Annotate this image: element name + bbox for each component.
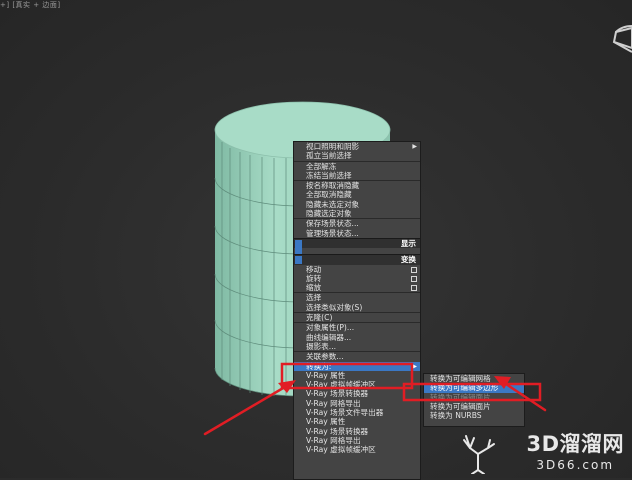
deer-logo-icon	[463, 435, 495, 474]
transform-item-label: 克隆(C)	[306, 313, 333, 323]
convert-item-label: 转换为可编辑面片	[430, 392, 491, 402]
transform-item-5[interactable]: 克隆(C)	[294, 312, 420, 322]
quad-transform-header[interactable]: 变换	[294, 254, 420, 265]
convert-item-label: 转换为可编辑网格	[430, 374, 491, 383]
watermark-title: 3D溜溜网	[526, 432, 624, 456]
menu-item-label: 视口照明和阴影	[306, 142, 360, 151]
menu-item-2[interactable]: 全部解冻	[294, 160, 420, 171]
viewcube-icon[interactable]	[602, 18, 632, 58]
watermark: 3D溜溜网 3D66.com	[526, 428, 624, 472]
menu-item-label: 隐藏选定对象	[306, 209, 352, 219]
menu-item-3[interactable]: 冻结当前选择	[294, 171, 420, 180]
menu-item-1[interactable]: 孤立当前选择	[294, 151, 420, 160]
menu-item-7[interactable]: 隐藏选定对象	[294, 209, 420, 218]
vray-item-label: V-Ray 网格导出	[306, 435, 361, 445]
menu-item-label: 全部解冻	[306, 161, 337, 171]
convert-item-2[interactable]: 转换为可编辑面片	[424, 393, 524, 402]
menu-item-4[interactable]: 按名称取消隐藏	[294, 180, 420, 190]
vray-item-label: V-Ray 虚拟帧缓冲区	[306, 445, 376, 455]
watermark-url: 3D66.com	[536, 458, 615, 472]
transform-item-label: 移动	[306, 264, 322, 274]
transform-item-label: 缩放	[306, 283, 322, 293]
transform-item-label: 选择类似对象(S)	[306, 302, 363, 312]
convert-item-4[interactable]: 转换为 NURBS	[424, 411, 524, 420]
convert-item-1[interactable]: 转换为可编辑多边形	[424, 383, 524, 393]
menu-item-6[interactable]: 隐藏未选定对象	[294, 200, 420, 209]
vray-item-label: V-Ray 网格导出	[306, 398, 361, 408]
transform-item-10[interactable]: 转换为: ▶	[294, 361, 420, 371]
vray-item-7[interactable]: V-Ray 网格导出	[294, 436, 420, 445]
vray-item-label: V-Ray 场景文件导出器	[306, 408, 384, 418]
convert-item-label: 转换为可编辑多边形	[430, 383, 499, 393]
transform-item-7[interactable]: 曲线编辑器...	[294, 333, 420, 342]
transform-item-3[interactable]: 选择	[294, 292, 420, 302]
menu-item-5[interactable]: 全部取消隐藏	[294, 190, 420, 199]
transform-item-2[interactable]: 缩放	[294, 283, 420, 292]
convert-to-submenu: 转换为可编辑网格 转换为可编辑多边形 转换为可编辑面片 转换为可编辑面片 转换为 NUR…	[423, 373, 525, 427]
settings-box-icon[interactable]	[411, 285, 417, 292]
transform-item-label: 转换为:	[306, 361, 332, 371]
viewport-label[interactable]: +] [真实 + 边面]	[0, 0, 61, 10]
transform-item-0[interactable]: 移动	[294, 265, 420, 274]
transform-item-4[interactable]: 选择类似对象(S)	[294, 303, 420, 312]
submenu-arrow-icon: ▶	[412, 143, 417, 150]
vray-item-2[interactable]: V-Ray 场景转换器	[294, 389, 420, 398]
quad-display-header[interactable]: 显示	[294, 237, 420, 249]
convert-item-label: 转换为可编辑面片	[430, 401, 491, 411]
transform-item-label: 曲线编辑器...	[306, 332, 352, 342]
vray-item-0[interactable]: V-Ray 属性	[294, 371, 420, 380]
transform-item-label: 摄影表...	[306, 341, 337, 351]
vray-item-3[interactable]: V-Ray 网格导出	[294, 399, 420, 408]
menu-item-label: 隐藏未选定对象	[306, 199, 360, 209]
transform-item-1[interactable]: 旋转	[294, 274, 420, 283]
vray-item-label: V-Ray 属性	[306, 370, 346, 380]
menu-item-9[interactable]: 管理场景状态...	[294, 229, 420, 238]
vray-item-4[interactable]: V-Ray 场景文件导出器	[294, 408, 420, 417]
vray-item-5[interactable]: V-Ray 属性	[294, 417, 420, 426]
vray-item-label: V-Ray 属性	[306, 417, 346, 427]
transform-item-9[interactable]: 关联参数...	[294, 351, 420, 361]
vray-item-8[interactable]: V-Ray 虚拟帧缓冲区	[294, 445, 420, 454]
transform-item-6[interactable]: 对象属性(P)...	[294, 322, 420, 332]
transform-item-label: 选择	[306, 293, 322, 303]
menu-item-label: 冻结当前选择	[306, 170, 352, 180]
settings-box-icon[interactable]	[411, 275, 417, 282]
vray-item-label: V-Ray 场景转换器	[306, 389, 369, 399]
transform-item-label: 对象属性(P)...	[306, 323, 355, 333]
transform-item-label: 关联参数...	[306, 352, 344, 362]
convert-item-0[interactable]: 转换为可编辑网格	[424, 374, 524, 383]
vray-item-label: V-Ray 场景转换器	[306, 426, 369, 436]
menu-item-label: 管理场景状态...	[306, 228, 359, 238]
convert-item-label: 转换为 NURBS	[430, 411, 482, 421]
quad-context-menu: 视口照明和阴影 ▶ 孤立当前选择 全部解冻 冻结当前选择 按名称取消隐藏 全部取消隐藏 隐藏未…	[293, 141, 421, 480]
menu-item-0[interactable]: 视口照明和阴影 ▶	[294, 142, 420, 151]
menu-item-label: 孤立当前选择	[306, 151, 352, 161]
menu-item-label: 全部取消隐藏	[306, 190, 352, 200]
transform-item-8[interactable]: 摄影表...	[294, 342, 420, 351]
convert-item-3[interactable]: 转换为可编辑面片	[424, 402, 524, 411]
submenu-arrow-icon: ▶	[412, 362, 417, 370]
transform-item-label: 旋转	[306, 273, 322, 283]
settings-box-icon[interactable]	[411, 266, 417, 273]
menu-item-label: 保存场景状态...	[306, 219, 359, 229]
vray-item-label: V-Ray 虚拟帧缓冲区	[306, 380, 376, 390]
menu-item-8[interactable]: 保存场景状态...	[294, 218, 420, 228]
vray-item-6[interactable]: V-Ray 场景转换器	[294, 427, 420, 436]
menu-item-label: 按名称取消隐藏	[306, 181, 360, 191]
